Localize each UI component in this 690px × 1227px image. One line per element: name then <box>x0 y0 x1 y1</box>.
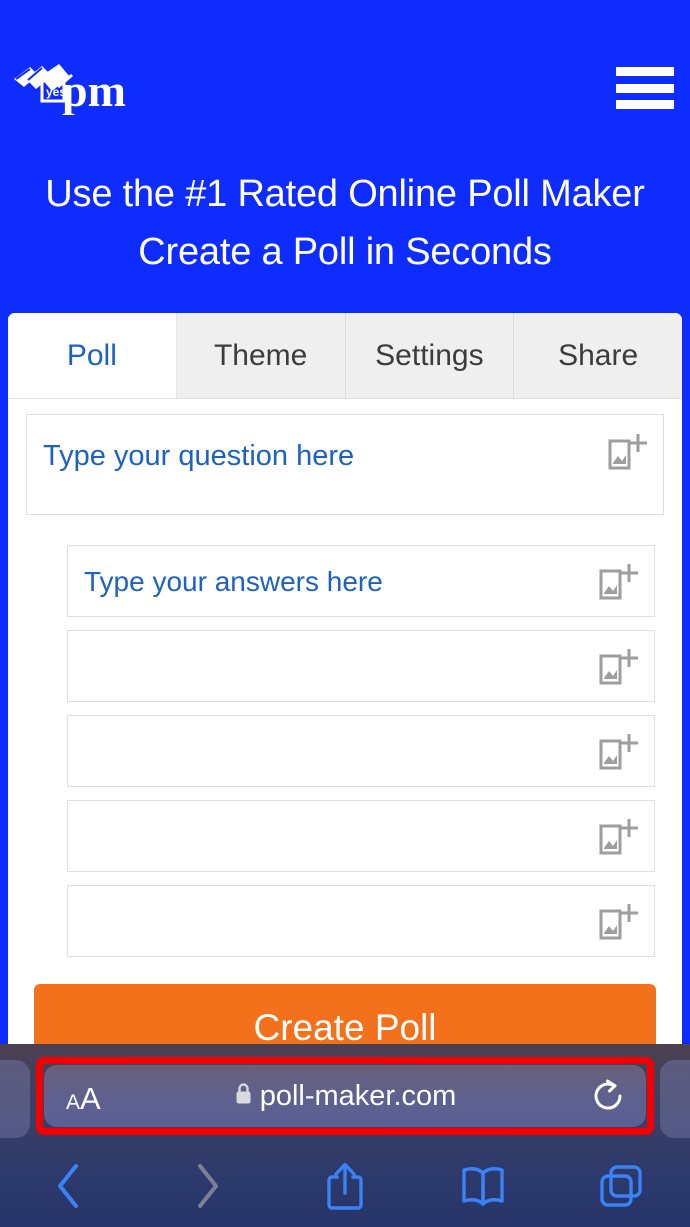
hamburger-bar <box>616 100 674 109</box>
answer-placeholder-1: Type your answers here <box>84 566 383 597</box>
tab-share[interactable]: Share <box>514 313 682 398</box>
headline-line-2: Create a Poll in Seconds <box>138 230 552 273</box>
page-headline: Use the #1 Rated Online Poll Maker Creat… <box>0 166 690 282</box>
add-image-icon[interactable] <box>598 647 640 687</box>
hamburger-bar <box>616 83 674 93</box>
poll-builder-card: Poll Theme Settings Share Type your ques… <box>8 313 682 1060</box>
site-header: yes pm Use the #1 Rated Online Poll Make… <box>0 0 690 310</box>
bookmarks-button[interactable] <box>414 1164 552 1208</box>
annotation-highlight-box <box>36 1057 654 1135</box>
adjacent-tab-card-left[interactable] <box>0 1060 30 1138</box>
answers-section: Type your answers here <box>8 515 682 957</box>
forward-button <box>138 1161 276 1211</box>
hamburger-bar <box>616 67 674 76</box>
tab-poll-label: Poll <box>66 338 117 372</box>
logo-wordmark: pm <box>62 65 126 115</box>
question-input[interactable]: Type your question here <box>26 414 664 515</box>
add-image-icon[interactable] <box>598 562 640 602</box>
answer-input-3[interactable] <box>67 715 655 787</box>
chevron-right-icon <box>192 1161 222 1211</box>
browser-toolbar <box>0 1145 690 1227</box>
share-button[interactable] <box>276 1160 414 1212</box>
add-image-icon[interactable] <box>607 432 649 472</box>
book-icon <box>459 1164 507 1208</box>
tab-theme[interactable]: Theme <box>176 313 346 398</box>
back-button[interactable] <box>0 1161 138 1211</box>
share-icon <box>324 1160 366 1212</box>
browser-chrome: A A poll-maker.com <box>0 1044 690 1227</box>
add-image-icon[interactable] <box>598 817 640 857</box>
tabs-icon <box>598 1163 644 1209</box>
tab-settings-label: Settings <box>375 338 484 372</box>
answer-input-1[interactable]: Type your answers here <box>67 545 655 617</box>
answer-input-2[interactable] <box>67 630 655 702</box>
poll-maker-logo[interactable]: yes pm <box>12 57 132 115</box>
create-poll-label: Create Poll <box>253 1007 437 1048</box>
answer-input-4[interactable] <box>67 800 655 872</box>
question-section: Type your question here <box>8 399 682 515</box>
question-placeholder: Type your question here <box>43 440 355 472</box>
tab-theme-label: Theme <box>213 338 308 372</box>
hamburger-menu-icon[interactable] <box>616 64 674 112</box>
add-image-icon[interactable] <box>598 732 640 772</box>
adjacent-tab-card-right[interactable] <box>660 1060 690 1138</box>
webpage-viewport: yes pm Use the #1 Rated Online Poll Make… <box>0 0 690 1060</box>
chevron-left-icon <box>54 1161 84 1211</box>
headline-line-1: Use the #1 Rated Online Poll Maker <box>45 173 645 215</box>
tab-share-label: Share <box>558 338 639 372</box>
tab-bar: Poll Theme Settings Share <box>8 313 682 399</box>
tab-settings[interactable]: Settings <box>345 313 515 398</box>
tab-poll[interactable]: Poll <box>8 313 177 398</box>
answer-input-5[interactable] <box>67 885 655 957</box>
tabs-button[interactable] <box>552 1163 690 1209</box>
add-image-icon[interactable] <box>598 902 640 942</box>
